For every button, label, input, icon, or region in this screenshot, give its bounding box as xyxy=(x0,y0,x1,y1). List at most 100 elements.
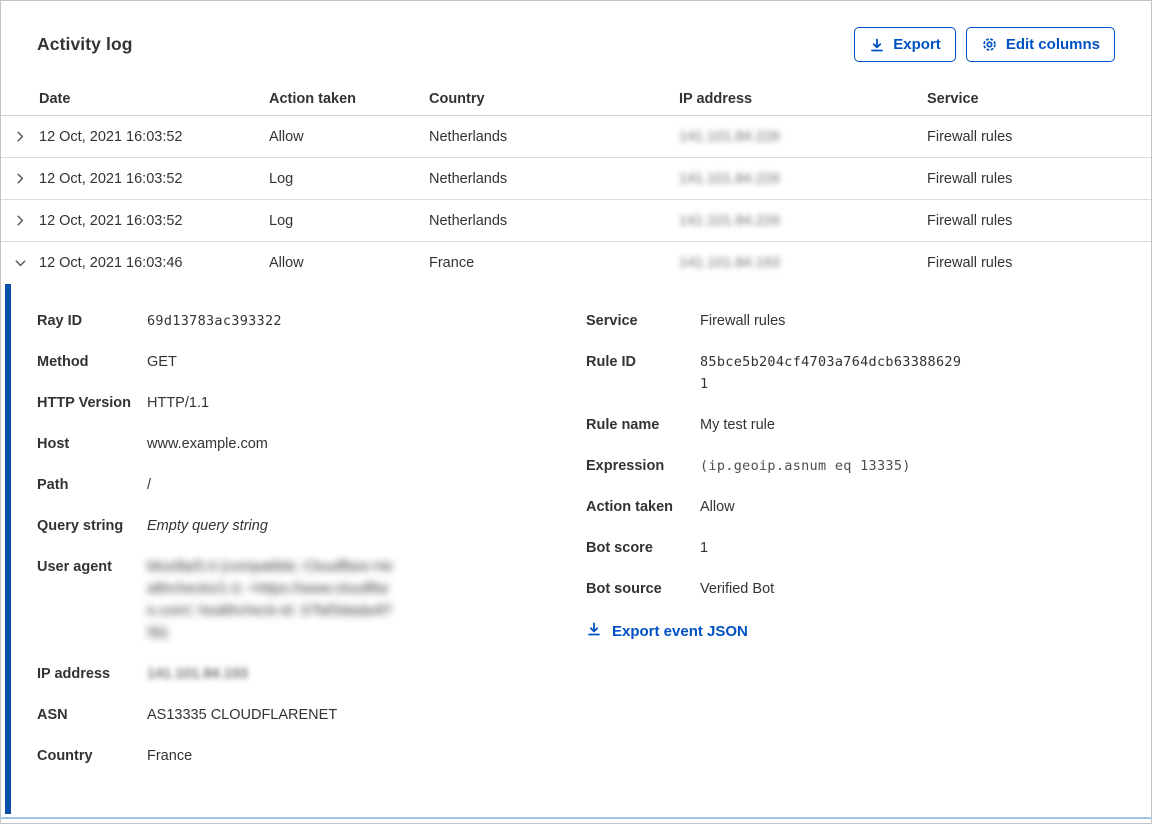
field-value: Firewall rules xyxy=(700,310,785,332)
row-country: Netherlands xyxy=(429,129,679,145)
row-country: Netherlands xyxy=(429,213,679,229)
field-value: Allow xyxy=(700,496,735,518)
row-country: Netherlands xyxy=(429,171,679,187)
detail-field-expression: Expression (ip.geoip.asnum eq 13335) xyxy=(586,455,1115,477)
row-service: Firewall rules xyxy=(927,255,1151,271)
topbar: Activity log Export Edit columns xyxy=(1,1,1151,82)
field-value: www.example.com xyxy=(147,433,268,455)
field-label: HTTP Version xyxy=(37,392,147,414)
row-ip-address-redacted: 141.101.84.193 xyxy=(679,255,780,271)
field-label: Expression xyxy=(586,455,700,477)
activity-log-panel: Activity log Export Edit columns Date Ac… xyxy=(0,0,1152,824)
field-value: 1 xyxy=(700,537,708,559)
panel-bottom-border xyxy=(1,817,1151,819)
field-value: 85bce5b204cf4703a764dcb633886291 xyxy=(700,351,962,395)
toolbar: Export Edit columns xyxy=(854,27,1115,62)
table-row[interactable]: 12 Oct, 2021 16:03:52 Allow Netherlands … xyxy=(1,116,1151,158)
chevron-right-icon[interactable] xyxy=(1,129,39,144)
field-value: My test rule xyxy=(700,414,775,436)
row-action-taken: Log xyxy=(269,213,429,229)
column-header-service: Service xyxy=(927,91,1151,107)
detail-field-country: Country France xyxy=(37,745,586,767)
field-value: (ip.geoip.asnum eq 13335) xyxy=(700,455,911,477)
row-country: France xyxy=(429,255,679,271)
field-label: Host xyxy=(37,433,147,455)
row-service: Firewall rules xyxy=(927,213,1151,229)
field-value: HTTP/1.1 xyxy=(147,392,209,414)
detail-field-action-taken: Action taken Allow xyxy=(586,496,1115,518)
detail-field-user-agent: User agent Mozilla/5.0 (compatible; Clou… xyxy=(37,556,586,644)
row-date: 12 Oct, 2021 16:03:46 xyxy=(39,255,269,271)
field-label: Rule name xyxy=(586,414,700,436)
field-value-redacted: 141.101.84.193 xyxy=(147,663,248,685)
row-action-taken: Allow xyxy=(269,129,429,145)
field-label: ASN xyxy=(37,704,147,726)
field-value: AS13335 CLOUDFLARENET xyxy=(147,704,337,726)
export-event-json-label: Export event JSON xyxy=(612,623,748,640)
field-label: Rule ID xyxy=(586,351,700,395)
gear-icon xyxy=(981,36,998,53)
detail-field-ip-address: IP address 141.101.84.193 xyxy=(37,663,586,685)
row-action-taken: Log xyxy=(269,171,429,187)
row-action-taken: Allow xyxy=(269,255,429,271)
row-ip-address-redacted: 141.101.84.226 xyxy=(679,213,780,229)
download-icon xyxy=(869,37,885,53)
row-service: Firewall rules xyxy=(927,171,1151,187)
detail-field-bot-score: Bot score 1 xyxy=(586,537,1115,559)
detail-field-ray-id: Ray ID 69d13783ac393322 xyxy=(37,310,586,332)
detail-field-method: Method GET xyxy=(37,351,586,373)
chevron-down-icon[interactable] xyxy=(1,256,39,271)
field-value: / xyxy=(147,474,151,496)
field-label: Action taken xyxy=(586,496,700,518)
row-service: Firewall rules xyxy=(927,129,1151,145)
field-value: GET xyxy=(147,351,177,373)
download-icon xyxy=(586,621,602,641)
field-label: IP address xyxy=(37,663,147,685)
detail-left-column: Ray ID 69d13783ac393322 Method GET HTTP … xyxy=(37,310,586,814)
detail-field-host: Host www.example.com xyxy=(37,433,586,455)
detail-field-asn: ASN AS13335 CLOUDFLARENET xyxy=(37,704,586,726)
export-event-json-link[interactable]: Export event JSON xyxy=(586,621,748,641)
field-label: Ray ID xyxy=(37,310,147,332)
chevron-right-icon[interactable] xyxy=(1,171,39,186)
page-title: Activity log xyxy=(37,34,133,55)
detail-right-column: Service Firewall rules Rule ID 85bce5b20… xyxy=(586,310,1115,814)
field-value-redacted: Mozilla/5.0 (compatible; Cloudflare-Heal… xyxy=(147,556,397,644)
detail-field-path: Path / xyxy=(37,474,586,496)
field-label: Query string xyxy=(37,515,147,537)
row-ip-address-redacted: 141.101.84.226 xyxy=(679,171,780,187)
chevron-right-icon[interactable] xyxy=(1,213,39,228)
field-label: Method xyxy=(37,351,147,373)
detail-field-rule-id: Rule ID 85bce5b204cf4703a764dcb633886291 xyxy=(586,351,1115,395)
event-detail-panel: Ray ID 69d13783ac393322 Method GET HTTP … xyxy=(5,284,1151,814)
table-header: Date Action taken Country IP address Ser… xyxy=(1,82,1151,116)
field-value: Verified Bot xyxy=(700,578,774,600)
edit-columns-button-label: Edit columns xyxy=(1006,36,1100,53)
row-date: 12 Oct, 2021 16:03:52 xyxy=(39,171,269,187)
field-label: Bot score xyxy=(586,537,700,559)
detail-field-query-string: Query string Empty query string xyxy=(37,515,586,537)
column-header-action-taken: Action taken xyxy=(269,91,429,107)
export-button-label: Export xyxy=(893,36,941,53)
field-value: 69d13783ac393322 xyxy=(147,310,282,332)
detail-field-service: Service Firewall rules xyxy=(586,310,1115,332)
table-row[interactable]: 12 Oct, 2021 16:03:52 Log Netherlands 14… xyxy=(1,200,1151,242)
detail-field-rule-name: Rule name My test rule xyxy=(586,414,1115,436)
detail-field-http-version: HTTP Version HTTP/1.1 xyxy=(37,392,586,414)
column-header-date: Date xyxy=(39,91,269,107)
edit-columns-button[interactable]: Edit columns xyxy=(966,27,1115,62)
field-label: Service xyxy=(586,310,700,332)
detail-field-bot-source: Bot source Verified Bot xyxy=(586,578,1115,600)
export-button[interactable]: Export xyxy=(854,27,956,62)
field-value: Empty query string xyxy=(147,515,268,537)
field-label: Path xyxy=(37,474,147,496)
row-date: 12 Oct, 2021 16:03:52 xyxy=(39,129,269,145)
row-ip-address-redacted: 141.101.84.226 xyxy=(679,129,780,145)
table-row[interactable]: 12 Oct, 2021 16:03:52 Log Netherlands 14… xyxy=(1,158,1151,200)
field-label: Bot source xyxy=(586,578,700,600)
field-label: User agent xyxy=(37,556,147,644)
table-row-expanded[interactable]: 12 Oct, 2021 16:03:46 Allow France 141.1… xyxy=(1,242,1151,284)
field-value: France xyxy=(147,745,192,767)
field-label: Country xyxy=(37,745,147,767)
column-header-ip-address: IP address xyxy=(679,91,927,107)
